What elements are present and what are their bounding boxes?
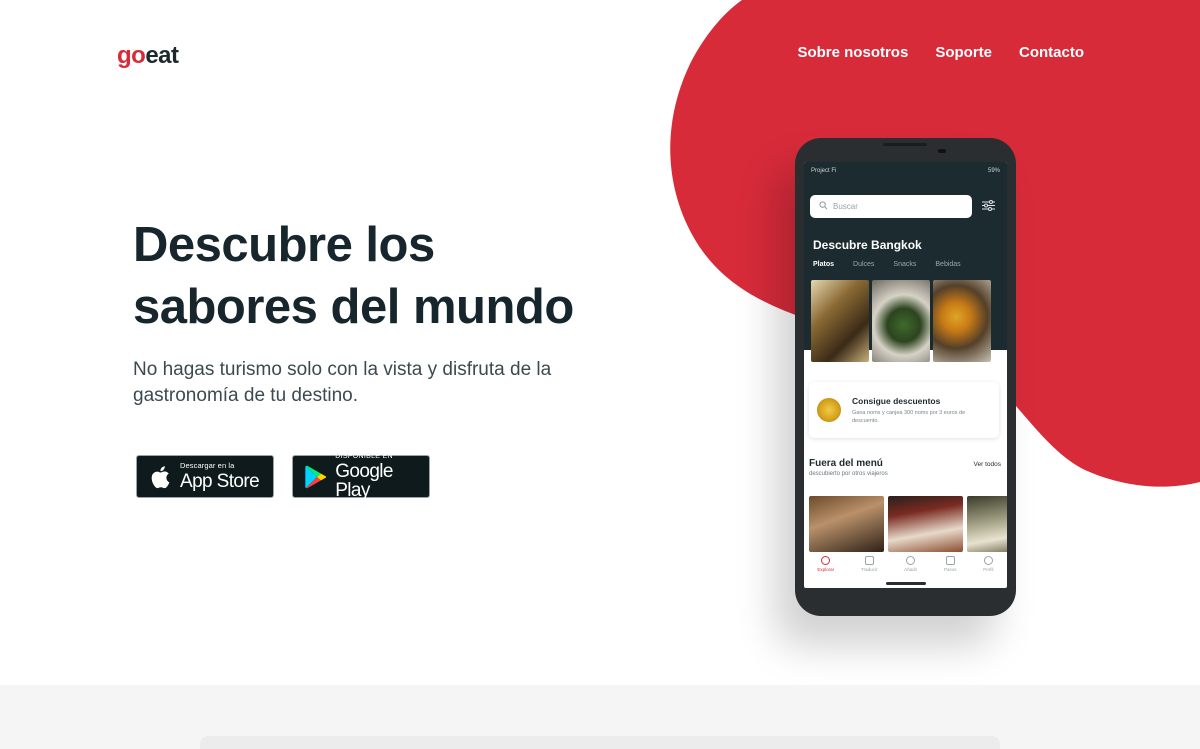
tab-label: Perfil: [983, 567, 994, 572]
app-store-button[interactable]: Descargar en la App Store: [136, 455, 274, 498]
google-play-small: DISPONIBLE EN: [335, 453, 393, 460]
dish-image[interactable]: [811, 280, 869, 362]
scan-icon: [864, 556, 874, 565]
status-carrier: Project Fi: [811, 168, 837, 174]
tab-pasos[interactable]: Pasos: [943, 556, 957, 580]
category-tabs: Platos Dulces Snacks Bebidas: [813, 261, 961, 268]
city-title: Descubre Bangkok: [813, 238, 922, 252]
phone-speaker: [883, 143, 927, 146]
nav-sobre-nosotros[interactable]: Sobre nosotros: [797, 44, 908, 61]
document-icon: [945, 556, 955, 565]
search-icon: [819, 201, 828, 212]
tab-label: Traducir: [860, 567, 878, 572]
photo-carousel: [809, 496, 1007, 552]
nav-soporte[interactable]: Soporte: [935, 44, 992, 61]
hero-title: Descubre los sabores del mundo: [133, 214, 653, 338]
tab-traducir[interactable]: Traducir: [861, 556, 877, 580]
tab-dulces[interactable]: Dulces: [853, 261, 874, 268]
next-section-card: [200, 736, 1000, 749]
tab-explorar[interactable]: Explorar: [817, 556, 834, 580]
hero-title-line1: Descubre los: [133, 218, 435, 272]
place-photo[interactable]: [809, 496, 884, 552]
app-header: Project Fi 59% Buscar Descubre Bangkok P…: [804, 162, 1007, 362]
tab-bebidas[interactable]: Bebidas: [935, 261, 960, 268]
status-bar: Project Fi 59%: [804, 162, 1007, 180]
promo-title: Consigue descuentos: [852, 395, 941, 406]
compass-icon: [821, 556, 831, 565]
google-play-label: Google Play: [335, 461, 393, 501]
profile-icon: [983, 556, 993, 565]
app-screen: Project Fi 59% Buscar Descubre Bangkok P…: [804, 162, 1007, 588]
logo-eat: eat: [145, 42, 179, 69]
apple-icon: [148, 464, 172, 490]
bottom-tab-bar: Explorar Traducir Añadir Pasos Perfil: [804, 556, 1007, 580]
hero-subtitle: No hagas turismo solo con la vista y dis…: [133, 359, 552, 406]
place-photo[interactable]: [888, 496, 963, 552]
google-play-button[interactable]: DISPONIBLE EN Google Play: [292, 453, 430, 501]
goeat-logo[interactable]: goeat: [117, 42, 179, 70]
phone-camera: [938, 149, 946, 153]
dish-image[interactable]: [933, 280, 991, 362]
tab-label: Pasos: [943, 567, 957, 572]
place-photo[interactable]: [967, 496, 1007, 552]
app-store-label: App Store: [180, 470, 260, 492]
see-all-link[interactable]: Ver todos: [974, 461, 1001, 468]
app-store-small: Descargar en la: [180, 461, 235, 471]
plus-icon: [906, 556, 916, 565]
home-indicator: [886, 582, 926, 585]
filter-icon[interactable]: [982, 199, 995, 214]
section-title: Fuera del menú: [809, 458, 883, 469]
tab-label: Explorar: [817, 567, 835, 572]
logo-go: go: [117, 42, 146, 69]
fuera-del-menu-section: Fuera del menú Ver todos descubierto por…: [809, 458, 1001, 477]
status-battery: 59%: [987, 168, 1000, 174]
dish-image[interactable]: [872, 280, 930, 362]
google-play-icon: [304, 464, 327, 490]
coin-icon: [817, 398, 841, 422]
tab-platos[interactable]: Platos: [813, 261, 834, 268]
search-placeholder: Buscar: [833, 202, 858, 211]
hero-title-line2: sabores del mundo: [133, 280, 574, 334]
tab-label: Añadir: [904, 567, 918, 572]
nav-contacto[interactable]: Contacto: [1019, 44, 1084, 61]
dish-carousel: [811, 280, 991, 362]
section-subtitle: descubierto por otros viajeros: [809, 471, 888, 477]
tab-anadir[interactable]: Añadir: [904, 556, 917, 580]
promo-card[interactable]: Consigue descuentos Gana noms y canjea 3…: [809, 382, 999, 438]
phone-mockup: Project Fi 59% Buscar Descubre Bangkok P…: [795, 138, 1016, 616]
search-row: Buscar: [810, 195, 1000, 218]
top-nav: Sobre nosotros Soporte Contacto: [797, 44, 1084, 61]
tab-snacks[interactable]: Snacks: [893, 261, 916, 268]
tab-perfil[interactable]: Perfil: [983, 556, 994, 580]
promo-description: Gana noms y canjea 300 noms por 3 euros …: [852, 409, 966, 424]
search-input[interactable]: Buscar: [810, 195, 972, 218]
